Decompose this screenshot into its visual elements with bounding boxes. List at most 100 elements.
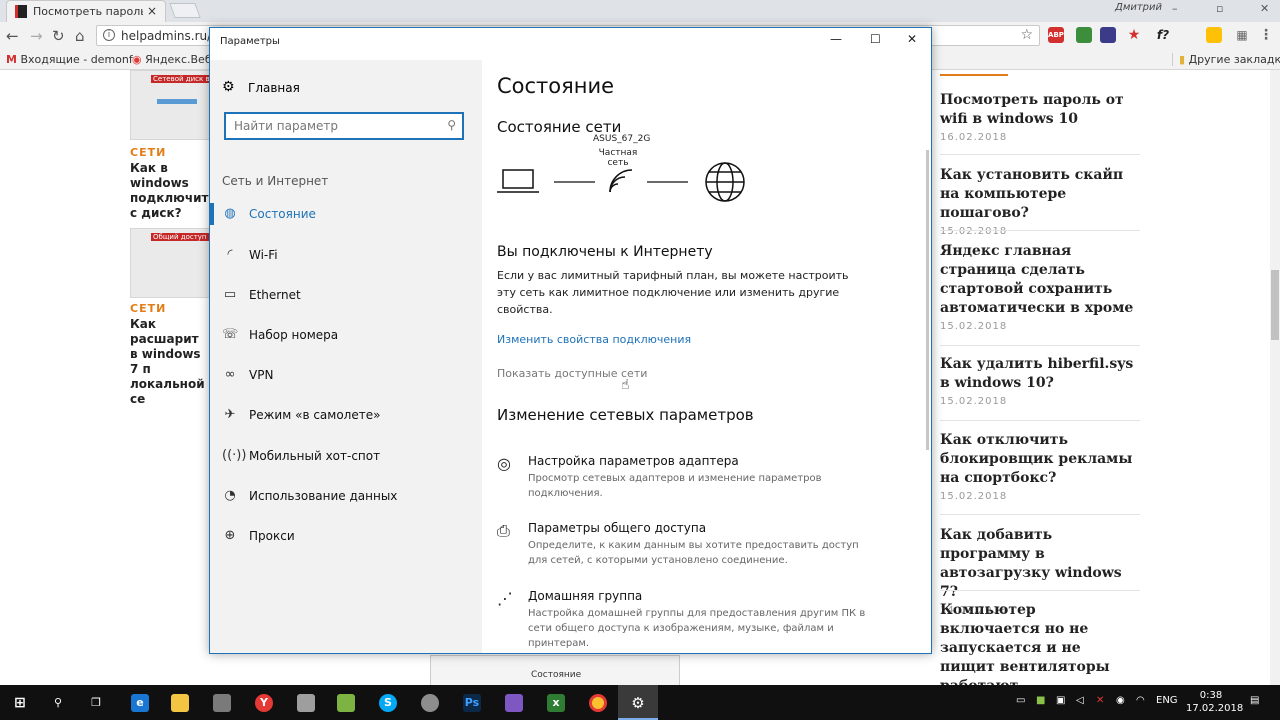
article-title[interactable]: Как отключить блокировщик рекламы на спо… [940,431,1140,488]
app-button[interactable] [202,685,242,720]
menu-icon[interactable]: ⋮ [1258,27,1274,43]
notifications-icon[interactable]: ▤ [1250,695,1259,706]
explorer-button[interactable] [160,685,200,720]
bookmark-yellow-icon[interactable] [1206,27,1222,43]
edge-button[interactable]: e [120,685,160,720]
star-extension-icon[interactable]: ★ [1126,27,1142,43]
tray-volume-icon[interactable]: ◁ [1076,695,1084,706]
tray-green-icon[interactable]: ■ [1036,695,1045,706]
home-icon[interactable]: ⌂ [75,27,85,45]
info-icon[interactable]: i [103,29,115,41]
extension-green-icon[interactable] [1076,27,1092,43]
tray-red-icon[interactable]: ✕ [1096,695,1104,706]
nav-dialup[interactable]: ☏ Набор номера [210,318,482,354]
nav-wifi[interactable]: ◜ Wi-Fi [210,238,482,274]
nav-vpn[interactable]: ∞ VPN [210,358,482,394]
search-icon: ⚲ [53,696,63,709]
browser-tabstrip: Посмотреть пароль от × Дмитрий – ▫ ✕ [0,0,1280,22]
excel-button[interactable]: x [536,685,576,720]
post-title[interactable]: Как расшарит в windows 7 п локальной се [130,317,210,407]
app-icon [297,694,315,712]
settings-minimize-icon[interactable]: — [830,32,842,46]
close-icon[interactable]: ✕ [1260,2,1269,15]
task-view-button[interactable]: ❐ [76,685,116,720]
clock[interactable]: 0:38 17.02.2018 [1186,689,1243,715]
sharing-icon: ⎙ [497,521,510,540]
article-title[interactable]: Компьютер включается но не запускается и… [940,601,1140,696]
extensions-grid-icon[interactable]: ▦ [1234,27,1250,43]
sidebar-article[interactable]: Яндекс главная страница сделать стартово… [940,242,1140,332]
nav-airplane[interactable]: ✈ Режим «в самолете» [210,398,482,434]
windows-icon: ⊞ [14,695,26,711]
chrome-button[interactable] [578,685,618,720]
maximize-icon[interactable]: ▫ [1216,2,1223,15]
bookmark-other[interactable]: ▮ Другие закладки [1172,53,1280,66]
wifi-icon [609,169,633,193]
post-thumbnail[interactable]: Общий доступ к [130,228,215,298]
post-category[interactable]: СЕТИ [130,146,166,159]
sidebar-article[interactable]: Как удалить hiberfil.sys в windows 10? 1… [940,355,1140,407]
extension-purple-icon[interactable] [1100,27,1116,43]
sidebar-article[interactable]: Посмотреть пароль от wifi в windows 10 1… [940,91,1140,143]
browser-tab[interactable]: Посмотреть пароль от × [6,0,166,22]
nav-status[interactable]: ◍ Состояние [210,197,482,233]
nav-proxy[interactable]: ⊕ Прокси [210,519,482,555]
tray-app-icon[interactable]: ◉ [1116,695,1125,706]
tray-network-icon[interactable]: ▣ [1056,695,1065,706]
skype-button[interactable]: S [368,685,408,720]
article-title[interactable]: Яндекс главная страница сделать стартово… [940,242,1140,318]
search-button[interactable]: ⚲ [38,685,78,720]
formula-extension-icon[interactable]: f? [1152,27,1174,43]
tray-monitor-icon[interactable]: ▭ [1016,695,1025,706]
bookmark-yandex[interactable]: ◉ Яндекс.Вебм [132,53,220,66]
nav-hotspot[interactable]: ((·)) Мобильный хот-спот [210,439,482,475]
sidebar-article[interactable]: Как установить скайп на компьютере пошаг… [940,166,1140,237]
airplane-icon: ✈ [224,407,236,422]
reload-icon[interactable]: ↻ [52,27,65,45]
nav-ethernet[interactable]: ▭ Ethernet [210,278,482,314]
option-title: Настройка параметров адаптера [528,454,739,468]
adblock-icon[interactable]: ABP [1048,27,1064,43]
content-scrollbar[interactable] [926,150,929,450]
profile-name[interactable]: Дмитрий [1115,2,1162,13]
bookmark-inbox[interactable]: M Входящие - demonf [6,53,133,66]
forward-icon[interactable]: → [30,27,43,45]
extension-grey-icon[interactable] [1182,27,1198,43]
post-title[interactable]: Как в windows подключить с диск? [130,161,216,221]
article-date: 15.02.2018 [940,226,1008,237]
settings-close-icon[interactable]: ✕ [907,32,917,46]
settings-taskbar-button[interactable]: ⚙ [618,685,658,720]
language-indicator[interactable]: ENG [1156,695,1178,706]
bookmark-other-label: Другие закладки [1188,53,1280,66]
homegroup-icon: ⋰ [497,589,513,608]
article-title[interactable]: Как удалить hiberfil.sys в windows 10? [940,355,1140,393]
app-button[interactable] [410,685,450,720]
app-button[interactable] [494,685,534,720]
change-properties-link[interactable]: Изменить свойства подключения [497,333,691,346]
photoshop-button[interactable]: Ps [452,685,492,720]
settings-search-input[interactable]: Найти параметр ⚲ [224,112,464,140]
tray-wifi-icon[interactable]: ◠ [1136,695,1145,706]
yandex-browser-button[interactable]: Y [244,685,284,720]
article-title[interactable]: Как установить скайп на компьютере пошаг… [940,166,1140,223]
sidebar-article[interactable]: Как отключить блокировщик рекламы на спо… [940,431,1140,502]
article-title[interactable]: Посмотреть пароль от wifi в windows 10 [940,91,1140,129]
back-icon[interactable]: ← [6,27,19,45]
post-category[interactable]: СЕТИ [130,302,166,315]
network-ssid: ASUS_67_2G [593,134,651,144]
post-thumbnail[interactable]: Сетевой диск в [130,70,212,140]
minimize-icon[interactable]: – [1172,2,1178,15]
notepad-button[interactable] [326,685,366,720]
start-button[interactable]: ⊞ [0,685,40,720]
new-tab-button[interactable] [169,3,201,18]
settings-maximize-icon[interactable]: ☐ [870,32,881,46]
tab-close-icon[interactable]: × [147,4,157,18]
bookmark-star-icon[interactable]: ☆ [1020,27,1033,43]
scrollbar-thumb[interactable] [1271,270,1279,340]
laptop-icon [497,169,539,193]
app-button[interactable] [286,685,326,720]
sidebar-article[interactable]: Компьютер включается но не запускается и… [940,601,1140,696]
page-scrollbar[interactable] [1270,70,1280,685]
nav-data-usage[interactable]: ◔ Использование данных [210,479,482,515]
option-description: Настройка домашней группы для предоставл… [528,608,866,649]
